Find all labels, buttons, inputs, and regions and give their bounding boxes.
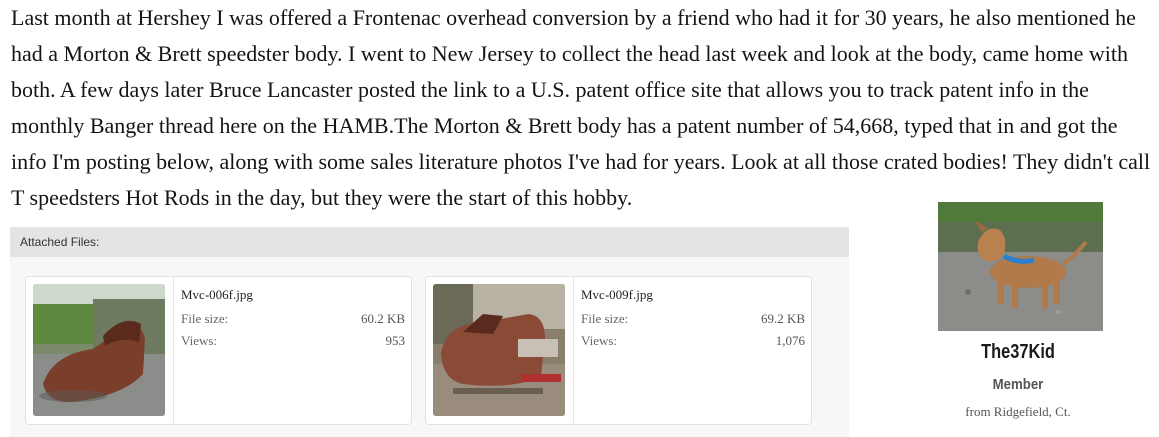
attached-files-header: Attached Files:: [10, 227, 849, 257]
attachment-filename[interactable]: Mvc-009f.jpg: [581, 286, 805, 304]
file-size-label: File size:: [181, 311, 229, 326]
views-value: 1,076: [775, 333, 805, 348]
attachment-card[interactable]: Mvc-006f.jpg File size: 60.2 KB Views: 953: [25, 276, 412, 425]
views-label: Views:: [581, 333, 618, 348]
user-location: from Ridgefield, Ct.: [965, 404, 1071, 419]
avatar[interactable]: [938, 202, 1103, 331]
attachment-filename[interactable]: Mvc-006f.jpg: [181, 286, 405, 304]
username[interactable]: The37Kid: [952, 341, 1083, 364]
attached-files: Attached Files: Mvc-006f.jpg File size: 6…: [10, 227, 849, 437]
views-value: 953: [385, 333, 406, 348]
file-size-value: 60.2 KB: [360, 311, 405, 326]
post-body: Last month at Hershey I was offered a Fr…: [11, 5, 1151, 210]
file-size-label: File size:: [581, 311, 629, 326]
attachment-thumbnail[interactable]: [33, 284, 165, 416]
user-title: Member: [992, 376, 1044, 393]
file-size-value: 69.2 KB: [760, 311, 805, 326]
attachment-thumbnail[interactable]: [433, 284, 565, 416]
views-label: Views:: [181, 333, 218, 348]
attachment-card[interactable]: Mvc-009f.jpg File size: 69.2 KB Views: 1,0…: [425, 276, 812, 425]
